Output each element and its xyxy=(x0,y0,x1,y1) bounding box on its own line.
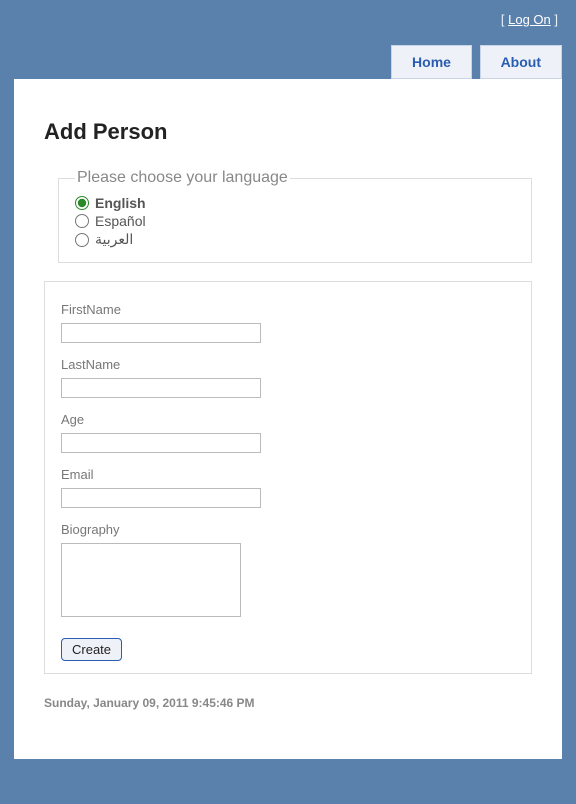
language-radio-spanish[interactable] xyxy=(75,214,89,228)
page-container: Add Person Please choose your language E… xyxy=(14,79,562,759)
person-form-fieldset: FirstName LastName Age Email Biography xyxy=(44,281,532,674)
biography-label: Biography xyxy=(61,522,515,537)
last-name-input[interactable] xyxy=(61,378,261,398)
email-input[interactable] xyxy=(61,488,261,508)
language-fieldset: Please choose your language English Espa… xyxy=(58,169,532,263)
email-label: Email xyxy=(61,467,515,482)
page-title: Add Person xyxy=(44,119,532,145)
nav-about[interactable]: About xyxy=(480,45,562,79)
language-label-arabic: العربية xyxy=(95,231,133,248)
language-legend: Please choose your language xyxy=(75,169,290,187)
language-radio-english[interactable] xyxy=(75,196,89,210)
age-label: Age xyxy=(61,412,515,427)
biography-textarea[interactable] xyxy=(61,543,241,617)
language-label-spanish: Español xyxy=(95,213,146,229)
language-label-english: English xyxy=(95,195,146,211)
footer-timestamp: Sunday, January 09, 2011 9:45:46 PM xyxy=(44,696,532,710)
first-name-label: FirstName xyxy=(61,302,515,317)
topbar: [ Log On ] xyxy=(0,0,576,27)
last-name-label: LastName xyxy=(61,357,515,372)
language-radio-arabic[interactable] xyxy=(75,233,89,247)
age-input[interactable] xyxy=(61,433,261,453)
nav-tabs: Home About xyxy=(0,27,576,79)
nav-home[interactable]: Home xyxy=(391,45,472,79)
create-button[interactable] xyxy=(61,638,122,661)
first-name-input[interactable] xyxy=(61,323,261,343)
log-on-link[interactable]: Log On xyxy=(508,12,551,27)
